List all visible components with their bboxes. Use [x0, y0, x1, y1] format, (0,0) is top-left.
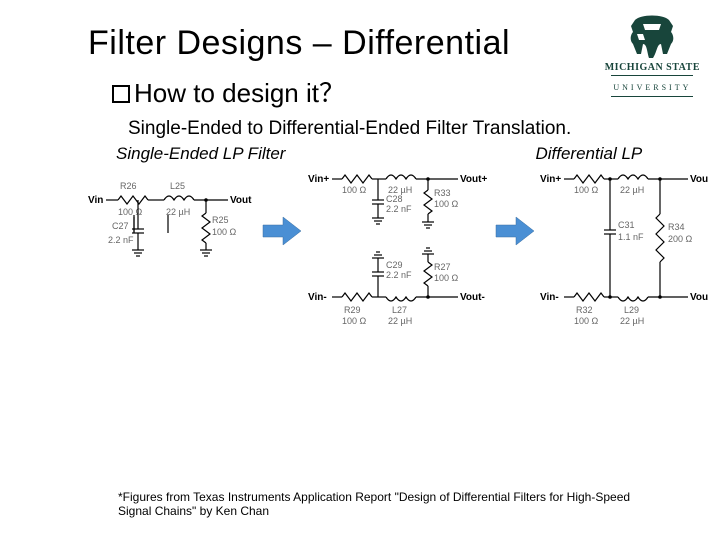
svg-text:100 Ω: 100 Ω [434, 273, 459, 283]
svg-text:Vout-: Vout- [690, 292, 708, 303]
svg-text:L27: L27 [392, 305, 407, 315]
svg-text:2.2 nF: 2.2 nF [386, 270, 412, 280]
svg-text:Vout-: Vout- [460, 292, 485, 303]
logo-text-2: UNIVERSITY [613, 83, 691, 92]
svg-text:100 Ω: 100 Ω [342, 316, 367, 326]
svg-text:100 Ω: 100 Ω [574, 185, 599, 195]
question-text: How to design it？ [134, 78, 345, 108]
svg-text:C31: C31 [618, 220, 635, 230]
svg-text:Vin-: Vin- [540, 292, 559, 303]
svg-text:C29: C29 [386, 260, 403, 270]
svg-text:Vout+: Vout+ [690, 174, 708, 185]
circuit-labels-row: Single-Ended LP Filter Differential LP [116, 144, 692, 164]
logo-text-1: MICHIGAN STATE [605, 62, 700, 73]
svg-text:R34: R34 [668, 222, 685, 232]
svg-text:Vin+: Vin+ [308, 174, 329, 185]
svg-text:L25: L25 [170, 181, 185, 191]
svg-text:C27: C27 [112, 221, 129, 231]
svg-text:Vin+: Vin+ [540, 174, 561, 185]
slide-title: Filter Designs – Differential [88, 24, 692, 63]
svg-text:Vout+: Vout+ [460, 174, 487, 185]
svg-text:22 µH: 22 µH [166, 207, 190, 217]
svg-text:100 Ω: 100 Ω [342, 185, 367, 195]
svg-text:Vin-: Vin- [308, 292, 327, 303]
svg-text:L29: L29 [624, 305, 639, 315]
c1-vout: Vout [230, 195, 252, 206]
svg-text:2.2 nF: 2.2 nF [386, 204, 412, 214]
svg-text:R29: R29 [344, 305, 361, 315]
svg-text:100 Ω: 100 Ω [574, 316, 599, 326]
label-differential: Differential LP [535, 144, 642, 164]
spartan-helmet-icon [623, 14, 681, 60]
svg-text:R25: R25 [212, 215, 229, 225]
arrow-icon [263, 217, 301, 245]
svg-text:R32: R32 [576, 305, 593, 315]
svg-text:1.1 nF: 1.1 nF [618, 232, 644, 242]
label-single-ended: Single-Ended LP Filter [116, 144, 285, 164]
svg-text:100 Ω: 100 Ω [118, 207, 143, 217]
svg-text:22 µH: 22 µH [620, 316, 644, 326]
svg-text:100 Ω: 100 Ω [434, 199, 459, 209]
svg-text:R27: R27 [434, 262, 451, 272]
svg-text:R28: R28 [344, 170, 361, 171]
subtitle: Single-Ended to Differential-Ended Filte… [128, 118, 692, 140]
c1-vin: Vin [88, 195, 103, 206]
bullet-box-icon [112, 85, 130, 103]
svg-text:22 µH: 22 µH [388, 316, 412, 326]
arrow-icon [496, 217, 534, 245]
svg-text:L26: L26 [392, 170, 407, 171]
svg-text:100 Ω: 100 Ω [212, 227, 237, 237]
svg-text:2.2 nF: 2.2 nF [108, 235, 134, 245]
svg-text:200 Ω: 200 Ω [668, 234, 693, 244]
footnote: *Figures from Texas Instruments Applicat… [118, 490, 660, 518]
svg-text:C28: C28 [386, 194, 403, 204]
circuit-diagrams: Vin R26 100 Ω L25 22 µH Vout [88, 170, 662, 340]
svg-text:R26: R26 [120, 181, 137, 191]
svg-text:22 µH: 22 µH [620, 185, 644, 195]
svg-text:R31: R31 [576, 170, 593, 171]
svg-text:R33: R33 [434, 188, 451, 198]
university-logo: MICHIGAN STATE UNIVERSITY [605, 14, 700, 97]
svg-text:L28: L28 [624, 170, 639, 171]
